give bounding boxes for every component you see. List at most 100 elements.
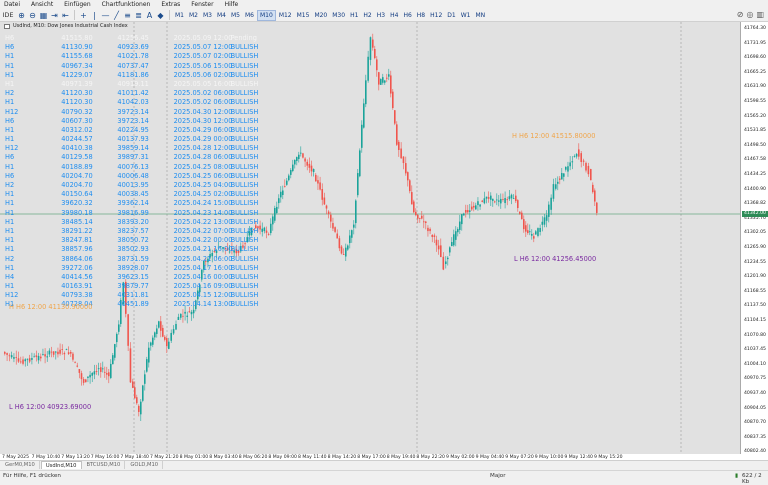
chart-tab[interactable]: BTCUSD,M10 xyxy=(83,461,126,469)
table-cell: BULLISH xyxy=(230,236,259,245)
table-cell: 40967.34 xyxy=(61,61,93,70)
timeframe-button[interactable]: H8 xyxy=(415,10,427,21)
timeframe-button[interactable]: H1 xyxy=(348,10,360,21)
table-cell: H4 xyxy=(5,272,15,281)
table-row: H1 38291.22 38237.57 2025.04.22 07:00 BULLIS… xyxy=(0,227,270,236)
table-cell: BULLISH xyxy=(230,153,259,162)
candle-body xyxy=(170,332,172,341)
menu-item[interactable]: Hilfe xyxy=(225,1,239,8)
candle-body xyxy=(102,368,104,370)
table-cell: 38393.20 xyxy=(117,217,149,226)
arrow-shapes-icon[interactable]: ◆ xyxy=(155,10,166,21)
candle-body xyxy=(59,349,61,354)
menu-item[interactable]: Extras xyxy=(161,1,180,8)
zoom-in-icon[interactable]: ⊕ xyxy=(16,10,27,21)
fibonacci-icon[interactable]: ≣ xyxy=(133,10,144,21)
timeframe-button[interactable]: M5 xyxy=(229,10,242,21)
alert-icon[interactable]: ⊘ xyxy=(737,10,744,19)
menu-item[interactable]: Fenster xyxy=(191,1,213,8)
timeframe-button[interactable]: M20 xyxy=(312,10,329,21)
timeframe-button[interactable]: M4 xyxy=(215,10,228,21)
timeframe-button[interactable]: H3 xyxy=(375,10,387,21)
timeframe-button[interactable]: MN xyxy=(473,10,487,21)
timeframe-button[interactable]: D1 xyxy=(445,10,457,21)
candle-body xyxy=(118,324,120,332)
candle-body xyxy=(529,231,531,233)
candle-body xyxy=(156,328,158,334)
table-cell: H12 xyxy=(5,291,19,300)
table-cell: H1 xyxy=(5,61,15,70)
menu-item[interactable]: Ansicht xyxy=(31,1,53,8)
candle-body xyxy=(519,211,521,214)
candle-body xyxy=(345,247,347,257)
candle-body xyxy=(162,327,164,337)
timeframe-button[interactable]: M6 xyxy=(243,10,256,21)
grid-icon[interactable]: ▦ xyxy=(38,10,49,21)
menu-item[interactable]: Datei xyxy=(4,1,20,8)
price-axis[interactable]: 41764.30 41731.95 41698.60 41665.25 41631.90… xyxy=(740,22,768,454)
candle-body xyxy=(384,80,386,83)
candle-body xyxy=(573,156,576,158)
candle-body xyxy=(481,200,484,202)
table-row: H6 41515.80 41256.45 2025.05.09 12:00 Pendin… xyxy=(0,34,270,43)
candle-body xyxy=(388,74,390,77)
table-cell: 40607.30 xyxy=(61,116,93,125)
text-icon[interactable]: A xyxy=(144,10,155,21)
candle-body xyxy=(380,79,382,85)
table-cell: BULLISH xyxy=(230,135,259,144)
timeframe-button[interactable]: M15 xyxy=(295,10,312,21)
chart-tab[interactable]: UsdInd,M10 xyxy=(40,461,82,469)
menu-item[interactable]: Einfügen xyxy=(64,1,90,8)
table-cell: BULLISH xyxy=(230,61,259,70)
vertical-line-icon[interactable]: | xyxy=(89,10,100,21)
table-cell: BULLISH xyxy=(230,190,259,199)
chart-tab[interactable]: GerM0,M10 xyxy=(1,461,40,469)
table-cell: H6 xyxy=(5,43,15,52)
table-cell: 38857.96 xyxy=(61,245,93,254)
timeframe-button[interactable]: W1 xyxy=(459,10,473,21)
timeframe-button[interactable]: H4 xyxy=(388,10,400,21)
candle-body xyxy=(296,157,298,161)
timeframe-button[interactable]: H6 xyxy=(401,10,413,21)
candle-body xyxy=(132,381,134,388)
table-cell: 40311.81 xyxy=(117,291,149,300)
timeframe-button[interactable]: M30 xyxy=(330,10,347,21)
candle-body xyxy=(402,156,405,164)
table-cell: H1 xyxy=(5,70,15,79)
timeframe-button[interactable]: M1 xyxy=(173,10,186,21)
chart-tab[interactable]: GOLD,M10 xyxy=(126,461,164,469)
ide-button[interactable]: IDE xyxy=(0,10,16,21)
account-icon[interactable]: ▥ xyxy=(756,10,764,19)
candle-body xyxy=(347,245,349,250)
table-cell: BULLISH xyxy=(230,272,259,281)
candle-body xyxy=(396,124,398,145)
crosshair-icon[interactable]: + xyxy=(78,10,89,21)
menu-item[interactable]: Chartfunktionen xyxy=(102,1,151,8)
timeframe-button[interactable]: M10 xyxy=(257,9,276,21)
horizontal-line-icon[interactable]: — xyxy=(100,10,111,21)
candle-body xyxy=(286,180,288,185)
channel-icon[interactable]: ≡ xyxy=(122,10,133,21)
table-cell: 40038.45 xyxy=(117,190,149,199)
table-cell: BULLISH xyxy=(230,199,259,208)
candle-body xyxy=(405,163,407,174)
candle-body xyxy=(274,208,276,221)
trendline-icon[interactable]: ╱ xyxy=(111,10,122,21)
timeframe-button[interactable]: H12 xyxy=(428,10,444,21)
zoom-out-icon[interactable]: ⊖ xyxy=(27,10,38,21)
candle-body xyxy=(272,216,274,225)
candle-body xyxy=(492,198,494,201)
chart-shift-icon[interactable]: ⇤ xyxy=(60,10,71,21)
chart-area[interactable]: UsdInd, M10: Dow Jones Industrial Cash I… xyxy=(0,22,740,454)
candle-body xyxy=(592,184,594,193)
timeframe-button[interactable]: M12 xyxy=(277,10,294,21)
table-cell: H6 xyxy=(5,116,15,125)
timeframe-button[interactable]: M2 xyxy=(187,10,200,21)
timeframe-button[interactable]: H2 xyxy=(361,10,373,21)
candle-body xyxy=(539,227,541,232)
candle-body xyxy=(510,194,513,199)
candle-body xyxy=(421,215,423,219)
connection-icon[interactable]: ◎ xyxy=(746,10,753,19)
timeframe-button[interactable]: M3 xyxy=(201,10,214,21)
autoscroll-icon[interactable]: ⇥ xyxy=(49,10,60,21)
